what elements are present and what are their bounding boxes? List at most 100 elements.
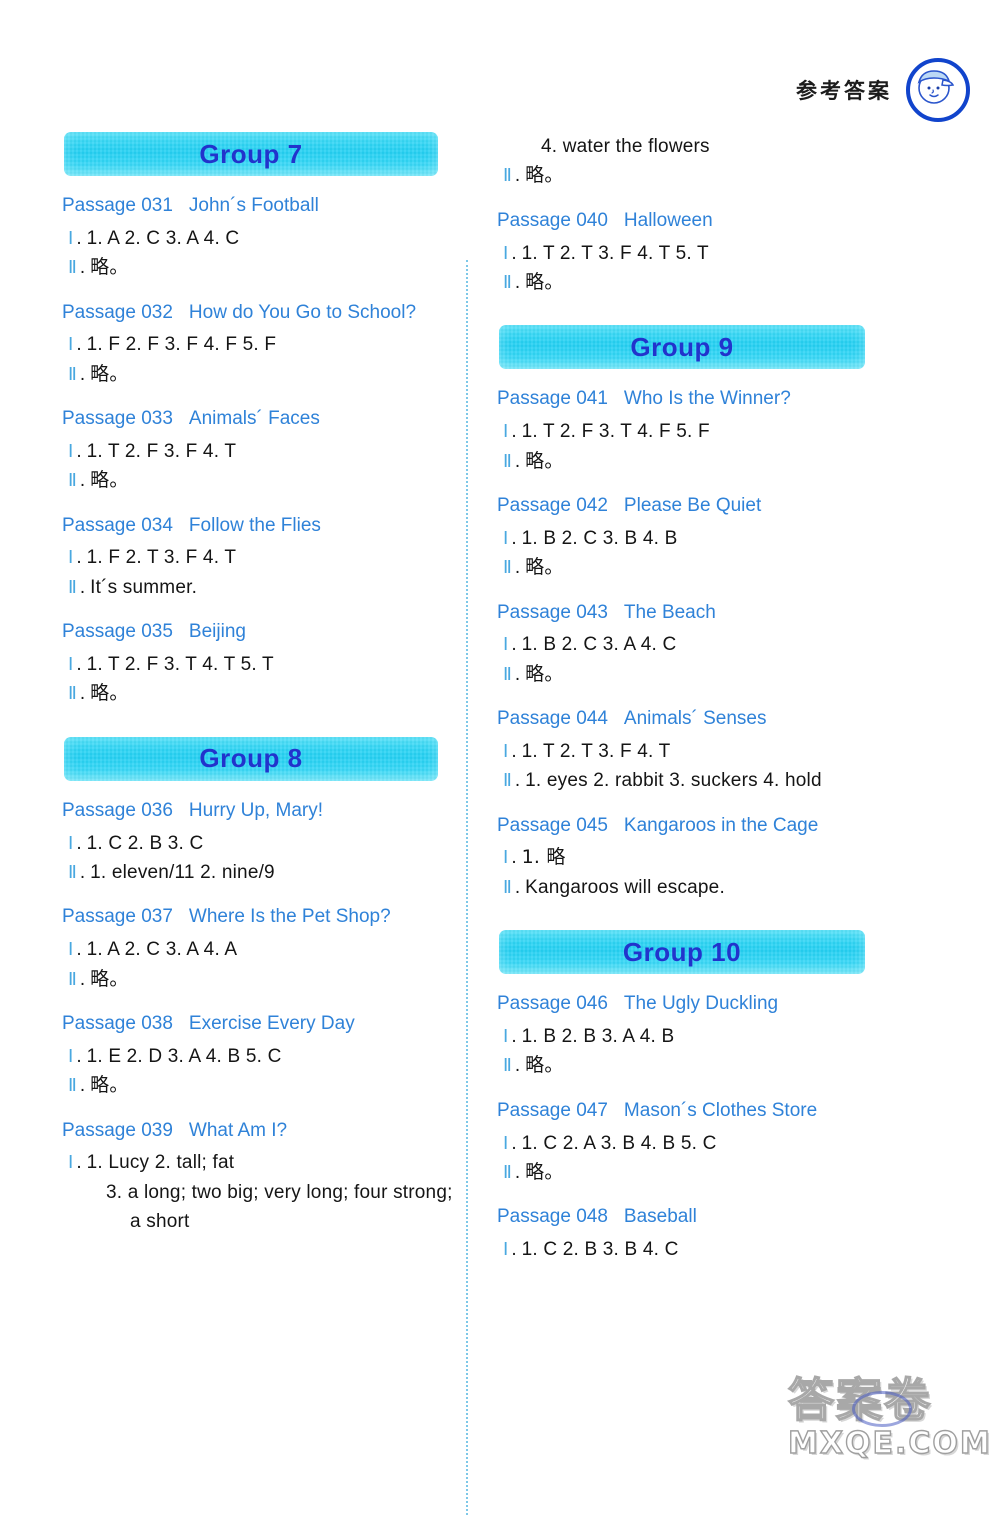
passage-name: Who Is the Winner? xyxy=(623,388,791,410)
answer-text: 1. T 2. F 3. F 4. T xyxy=(86,440,237,462)
passage-title[interactable]: Passage 032 How do You Go to School? xyxy=(62,301,444,326)
roman-numeral-marker: Ⅰ xyxy=(68,547,74,569)
passage-block: Passage 045 Kangaroos in the Cage Ⅰ. 1. 略Ⅱ.… xyxy=(497,814,879,903)
passage-title[interactable]: Passage 048 Baseball xyxy=(497,1205,879,1230)
passage-name: Kangaroos in the Cage xyxy=(623,814,819,836)
watermark-domain-text: MXQE.COM xyxy=(787,1426,992,1461)
left-column: Group 7 Passage 031 John´s Football Ⅰ. 1. A … xyxy=(62,132,452,1237)
passage-number: Passage 044 xyxy=(497,708,608,730)
passage-title[interactable]: Passage 044 Animals´ Senses xyxy=(497,707,879,732)
marker-dot: . xyxy=(511,847,517,869)
passage-name: Exercise Every Day xyxy=(188,1012,355,1034)
passage-block: Passage 035 Beijing Ⅰ. 1. T 2. F 3. T 4. T … xyxy=(62,620,444,709)
passage-number: Passage 048 xyxy=(497,1206,608,1228)
passage-name: Follow the Flies xyxy=(188,514,321,536)
answer-line: Ⅰ. 1. C 2. A 3. B 4. B 5. C xyxy=(497,1129,879,1158)
answer-text: 略。 xyxy=(90,967,129,990)
marker-dot: . xyxy=(79,861,86,883)
marker-dot: . xyxy=(79,363,86,385)
passage-title[interactable]: Passage 038 Exercise Every Day xyxy=(62,1012,444,1037)
roman-numeral-marker: Ⅰ xyxy=(68,939,74,961)
passage-title[interactable]: Passage 047 Mason´s Clothes Store xyxy=(497,1099,879,1124)
marker-dot: . xyxy=(511,740,517,762)
answer-line: Ⅱ. 略。 xyxy=(497,1051,879,1080)
watermark-ring-icon xyxy=(852,1391,912,1427)
passage-title[interactable]: Passage 043 The Beach xyxy=(497,601,879,626)
roman-numeral-marker: Ⅰ xyxy=(68,334,74,356)
marker-dot: . xyxy=(514,272,521,293)
answer-text: 1. A 2. C 3. A 4. C xyxy=(86,227,240,249)
passage-name: Where Is the Pet Shop? xyxy=(188,906,391,928)
answer-line: Ⅱ. 略。 xyxy=(62,360,444,389)
roman-numeral-marker: Ⅰ xyxy=(503,1132,509,1154)
roman-numeral-marker: Ⅰ xyxy=(68,1152,74,1174)
passage-title[interactable]: Passage 036 Hurry Up, Mary! xyxy=(62,799,444,824)
passage-number: Passage 042 xyxy=(497,495,608,516)
answer-line: Ⅱ. 略。 xyxy=(497,161,879,190)
passage-number: Passage 045 xyxy=(497,814,608,836)
roman-numeral-marker: Ⅰ xyxy=(503,242,509,264)
marker-dot: . xyxy=(76,832,82,854)
roman-numeral-marker: Ⅱ xyxy=(68,363,77,385)
passage-title[interactable]: Passage 035 Beijing xyxy=(62,620,444,645)
marker-dot: . xyxy=(76,547,82,569)
passage-title[interactable]: Passage 034 Follow the Flies xyxy=(62,514,444,539)
answer-text: 1. E 2. D 3. A 4. B 5. C xyxy=(86,1045,282,1067)
passage-title[interactable]: Passage 040 Halloween xyxy=(497,209,879,234)
marker-dot: . xyxy=(514,557,521,579)
answer-text: 1. T 2. T 3. F 4. T 5. T xyxy=(521,242,709,264)
passage-number: Passage 038 xyxy=(62,1012,173,1034)
passage-title[interactable]: Passage 033 Animals´ Faces xyxy=(62,407,444,432)
roman-numeral-marker: Ⅰ xyxy=(503,527,509,549)
column-divider xyxy=(466,260,468,1515)
answer-text: 1. B 2. B 3. A 4. B xyxy=(521,1025,675,1047)
answer-text: 1. A 2. C 3. A 4. A xyxy=(86,939,238,961)
watermark-cjk-text: 答案卷 xyxy=(787,1373,932,1427)
passage-block: Passage 032 How do You Go to School? Ⅰ. 1. … xyxy=(62,301,444,390)
answer-line: Ⅰ. 1. A 2. C 3. A 4. A xyxy=(62,935,444,964)
passage-title[interactable]: Passage 039 What Am I? xyxy=(62,1119,444,1144)
answer-text: 3. a long; two big; very long; four stro… xyxy=(106,1181,453,1203)
marker-dot: . xyxy=(79,683,86,705)
answer-text: Kangaroos will escape. xyxy=(525,876,725,898)
passage-name: The Beach xyxy=(623,601,716,623)
answer-text: 4. water the flowers xyxy=(541,136,710,157)
passage-name: Beijing xyxy=(188,621,246,643)
answer-line: Ⅱ. 略。 xyxy=(497,1158,879,1187)
roman-numeral-marker: Ⅱ xyxy=(503,770,512,792)
answer-line: Ⅰ. 1. B 2. B 3. A 4. B xyxy=(497,1022,879,1051)
answer-line: Ⅱ. 略。 xyxy=(62,466,444,495)
marker-dot: . xyxy=(76,653,82,675)
passage-title[interactable]: Passage 046 The Ugly Duckling xyxy=(497,992,879,1017)
passage-title[interactable]: Passage 031 John´s Football xyxy=(62,194,444,219)
answer-line: Ⅰ. 1. B 2. C 3. A 4. C xyxy=(497,630,879,659)
answer-line: Ⅰ. 1. F 2. T 3. F 4. T xyxy=(62,543,444,572)
passage-number: Passage 047 xyxy=(497,1099,608,1121)
passage-title[interactable]: Passage 037 Where Is the Pet Shop? xyxy=(62,905,444,930)
passage-number: Passage 031 xyxy=(62,195,173,216)
answer-text: 1. T 2. F 3. T 4. T 5. T xyxy=(86,653,274,675)
passage-title[interactable]: Passage 042 Please Be Quiet xyxy=(497,494,879,519)
roman-numeral-marker: Ⅱ xyxy=(503,663,512,685)
roman-numeral-marker: Ⅰ xyxy=(503,847,509,869)
passage-block: Passage 034 Follow the Flies Ⅰ. 1. F 2. T 3… xyxy=(62,514,444,603)
passage-title[interactable]: Passage 045 Kangaroos in the Cage xyxy=(497,814,879,839)
marker-dot: . xyxy=(76,939,82,961)
passage-name: Hurry Up, Mary! xyxy=(188,799,323,821)
passage-block: Passage 043 The Beach Ⅰ. 1. B 2. C 3. A 4. … xyxy=(497,601,879,690)
passage-block: Passage 040 Halloween Ⅰ. 1. T 2. T 3. F 4. … xyxy=(497,209,879,298)
roman-numeral-marker: Ⅰ xyxy=(68,227,74,249)
group-banner: Group 10 xyxy=(499,930,865,975)
answer-text: 略。 xyxy=(90,469,129,492)
marker-dot: . xyxy=(511,527,517,549)
roman-numeral-marker: Ⅰ xyxy=(68,832,74,854)
marker-dot: . xyxy=(514,165,521,187)
group-banner-label: Group 9 xyxy=(630,331,734,362)
passage-block: Passage 047 Mason´s Clothes Store Ⅰ. 1. C 2… xyxy=(497,1099,879,1188)
passage-number: Passage 040 xyxy=(497,209,608,231)
passage-title[interactable]: Passage 041 Who Is the Winner? xyxy=(497,387,879,412)
group-banner: Group 8 xyxy=(64,736,438,781)
answer-line: Ⅰ. 1. C 2. B 3. C xyxy=(62,829,444,858)
passage-name: Animals´ Faces xyxy=(188,408,320,430)
answer-line: Ⅱ. 略。 xyxy=(497,268,879,297)
